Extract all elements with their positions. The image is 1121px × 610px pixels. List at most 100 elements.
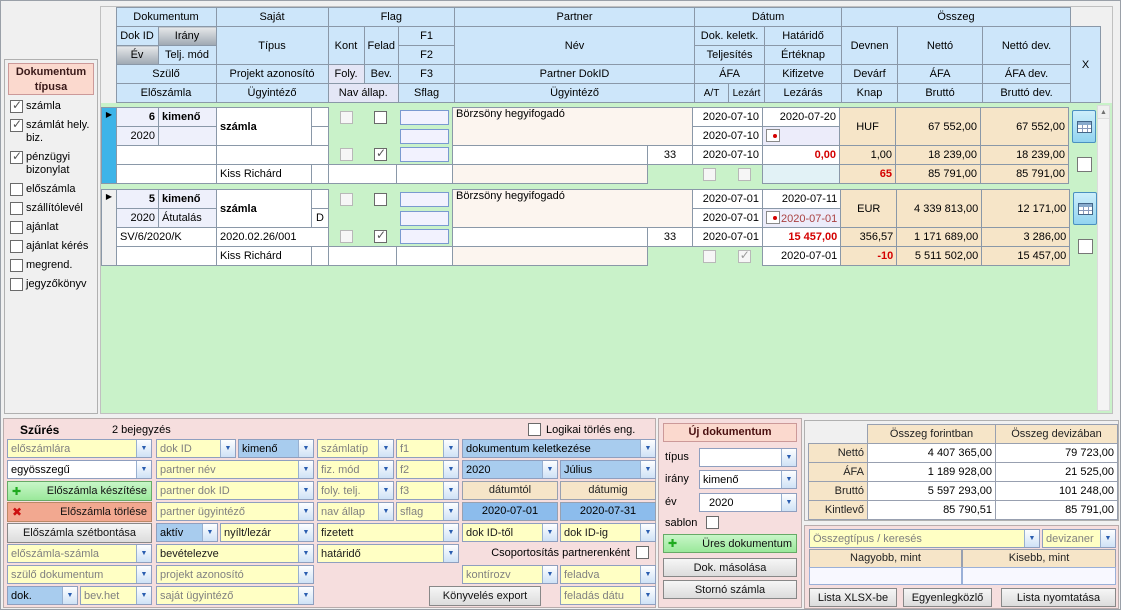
- doc-type-checkbox[interactable]: [10, 202, 23, 215]
- cell-irany[interactable]: kimenő: [159, 108, 217, 127]
- bev-het-select[interactable]: bev.het▼: [80, 586, 152, 605]
- lista-nyomtatasa-button[interactable]: Lista nyomtatása: [1001, 588, 1116, 607]
- col-afa-datum[interactable]: ÁFA: [695, 65, 765, 84]
- col-foly[interactable]: Foly.: [328, 65, 364, 84]
- cell-netto-dev[interactable]: 67 552,00: [981, 108, 1069, 146]
- doc-type-item-szamla[interactable]: számla: [10, 100, 95, 113]
- cell-dok-keletk[interactable]: 2020-07-10: [693, 108, 763, 127]
- ures-dokumentum-button[interactable]: ✚Üres dokumentum: [663, 534, 797, 553]
- dok-id-ig-select[interactable]: dok ID-ig▼: [560, 523, 656, 542]
- row-selector[interactable]: ▶: [102, 108, 117, 184]
- konyveles-export-button[interactable]: Könyvelés export: [429, 586, 541, 606]
- col-kont[interactable]: Kont: [328, 27, 364, 65]
- doc-type-checkbox[interactable]: [10, 278, 23, 291]
- col-group-flag[interactable]: Flag: [328, 8, 455, 27]
- col-hatarido[interactable]: Határidő: [765, 27, 842, 46]
- kontirozva-select[interactable]: kontírozv▼: [462, 565, 558, 584]
- date-type-select[interactable]: dokumentum keletkezése▼: [462, 439, 656, 458]
- eloszamla-keszitese-button[interactable]: ✚Előszámla készítése: [7, 481, 152, 501]
- col-projekt[interactable]: Projekt azonosító: [216, 65, 328, 84]
- doc-type-checkbox[interactable]: [10, 183, 23, 196]
- col-ev[interactable]: Év: [116, 46, 158, 65]
- col-bev[interactable]: Bev.: [364, 65, 399, 84]
- egyosszegu-select[interactable]: egyösszegű▼: [7, 460, 152, 479]
- calendar-icon[interactable]: [766, 129, 780, 142]
- cell-ev[interactable]: 2020: [117, 209, 159, 228]
- cell-szulo[interactable]: SV/6/2020/K: [117, 228, 217, 247]
- f3-input[interactable]: [400, 147, 450, 162]
- col-devarf[interactable]: Devárf: [842, 65, 898, 84]
- col-group-datum[interactable]: Dátum: [695, 8, 842, 27]
- doc-type-checkbox[interactable]: [10, 151, 23, 164]
- f2-input[interactable]: [400, 211, 450, 226]
- cell-afa-dev[interactable]: 3 286,00: [982, 228, 1070, 247]
- col-felad[interactable]: Felad: [364, 27, 399, 65]
- cell-dok-id[interactable]: 5: [117, 190, 159, 209]
- doc-type-item-jegyzokonyv[interactable]: jegyzőkönyv: [10, 278, 95, 291]
- cell-teljesites[interactable]: 2020-07-01: [693, 209, 763, 228]
- doc-type-item-ajanlat[interactable]: ajánlat: [10, 221, 95, 234]
- doc-type-item-szallitolevel[interactable]: szállítólevél: [10, 202, 95, 215]
- foly-telj-select[interactable]: foly. telj.▼: [317, 481, 394, 500]
- lista-xlsx-button[interactable]: Lista XLSX-be: [809, 588, 897, 607]
- felad-checkbox[interactable]: [374, 111, 387, 124]
- szamlatipus-select[interactable]: számlatíp▼: [317, 439, 394, 458]
- cell-afa-dev[interactable]: 18 239,00: [981, 146, 1069, 165]
- sajat-ugyintezo-select[interactable]: saját ügyintéző▼: [156, 586, 314, 605]
- col-dok-keletk[interactable]: Dok. keletk.: [695, 27, 765, 46]
- detail-button[interactable]: [1072, 110, 1096, 143]
- cell-partner-ugyintezo[interactable]: [453, 165, 648, 184]
- foly-checkbox[interactable]: [340, 148, 353, 161]
- cell-kifizetve[interactable]: 15 457,00: [763, 228, 841, 247]
- col-kifizetve[interactable]: Kifizetve: [765, 65, 842, 84]
- col-netto-dev[interactable]: Nettó dev.: [983, 27, 1071, 65]
- sflag-select[interactable]: sflag▼: [396, 502, 459, 521]
- group-by-partner-checkbox[interactable]: [636, 546, 649, 559]
- col-nev[interactable]: Név: [455, 27, 695, 65]
- doc-type-checkbox[interactable]: [10, 100, 23, 113]
- szulo-dokumentum-select[interactable]: szülő dokumentum▼: [7, 565, 152, 584]
- partner-ugyintezo-select[interactable]: partner ügyintéző▼: [156, 502, 314, 521]
- dok-select[interactable]: dok.▼: [7, 586, 78, 605]
- osszegtipus-select[interactable]: Összegtípus / keresés▼: [809, 529, 1040, 548]
- bevetelezve-select[interactable]: bevételezve▼: [156, 544, 314, 563]
- col-f3[interactable]: F3: [399, 65, 455, 84]
- cell-tipus[interactable]: számla: [217, 190, 312, 228]
- kimeno-select[interactable]: kimenő▼: [238, 439, 314, 458]
- doc-type-item-szamlat-hely[interactable]: számlát hely. biz.: [10, 119, 95, 145]
- cell-brutto-dev[interactable]: 15 457,00: [982, 247, 1070, 266]
- detail-button[interactable]: [1073, 192, 1097, 225]
- col-telj-mod[interactable]: Telj. mód: [158, 46, 216, 65]
- eloszamla-szetbontasa-button[interactable]: Előszámla szétbontása: [7, 523, 152, 543]
- col-knap[interactable]: Knap: [842, 84, 898, 103]
- calendar-icon[interactable]: [766, 211, 780, 224]
- nyilt-lezart-select[interactable]: nyílt/lezár▼: [220, 523, 314, 542]
- col-afa-dev[interactable]: ÁFA dev.: [983, 65, 1071, 84]
- col-f1[interactable]: F1: [399, 27, 455, 46]
- doc-type-item-penzugyi[interactable]: pénzügyi bizonylat: [10, 151, 95, 177]
- col-group-sajat[interactable]: Saját: [216, 8, 328, 27]
- scroll-up-icon[interactable]: ▲: [1098, 106, 1109, 119]
- nav-allap-select[interactable]: nav állap▼: [317, 502, 394, 521]
- cell-lezaras[interactable]: [763, 165, 840, 184]
- kont-checkbox[interactable]: [340, 193, 353, 206]
- aktiv-select[interactable]: aktív▼: [156, 523, 218, 542]
- cell-brutto[interactable]: 85 791,00: [896, 165, 981, 184]
- col-partner-ugyintezo[interactable]: Ügyintéző: [455, 84, 695, 103]
- cell-tipus-flag[interactable]: [312, 127, 329, 146]
- f1-input[interactable]: [400, 192, 450, 207]
- vertical-scrollbar[interactable]: ▲: [1097, 105, 1110, 411]
- at-checkbox[interactable]: [703, 250, 716, 263]
- cell-teljesites[interactable]: 2020-07-10: [693, 127, 763, 146]
- cell-netto[interactable]: 67 552,00: [896, 108, 981, 146]
- f2-input[interactable]: [400, 129, 450, 144]
- cell-telj-mod[interactable]: Átutalás: [159, 209, 217, 228]
- col-tipus[interactable]: Típus: [216, 27, 328, 65]
- doc-type-item-eloszamla[interactable]: előszámla: [10, 183, 95, 196]
- at-checkbox[interactable]: [703, 168, 716, 181]
- c ell-dok-keletk[interactable]: 2020-07-01: [693, 190, 763, 209]
- row-checkbox[interactable]: [1077, 157, 1092, 172]
- cell-partner-dokid[interactable]: 33: [648, 228, 693, 247]
- eloszamla-torlese-button[interactable]: ✖Előszámla törlése: [7, 502, 152, 522]
- cell-devnem[interactable]: HUF: [840, 108, 896, 146]
